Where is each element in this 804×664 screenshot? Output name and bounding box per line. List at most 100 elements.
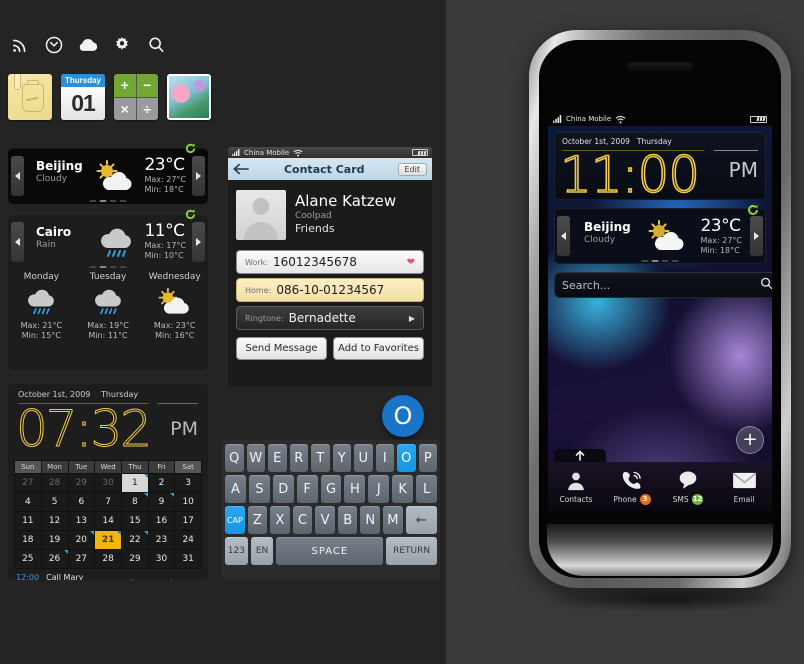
contact-row-work[interactable]: Work: 16012345678 ❤: [236, 250, 424, 274]
key-q[interactable]: Q: [225, 444, 244, 472]
weather-prev-button[interactable]: [11, 156, 24, 196]
search-bar[interactable]: Search...: [554, 272, 772, 298]
calendar-day-cell[interactable]: 10: [174, 492, 202, 512]
calendar-day-cell[interactable]: 16: [147, 511, 176, 531]
calendar-widget[interactable]: October 1st, 2009 Thursday 07:32 PM Sun M…: [8, 383, 208, 580]
key-u[interactable]: U: [354, 444, 373, 472]
app-tile-calculator[interactable]: + − × ÷: [114, 74, 158, 120]
clock-icon[interactable]: [42, 33, 66, 57]
dock-item-email[interactable]: Email: [716, 469, 772, 504]
key-123[interactable]: 123: [225, 537, 248, 565]
key-y[interactable]: Y: [332, 444, 351, 472]
calendar-day-cell[interactable]: 1: [121, 473, 149, 493]
key-b[interactable]: B: [337, 506, 358, 534]
calendar-day-cell[interactable]: 27: [67, 549, 96, 569]
key-x[interactable]: X: [270, 506, 290, 534]
key-o[interactable]: O: [397, 444, 416, 472]
home-weather-widget[interactable]: Beijing Cloudy 23°C Max: 27°C Min: 18°C: [554, 204, 766, 264]
calendar-day-cell[interactable]: 9: [147, 492, 176, 512]
key-r[interactable]: R: [289, 444, 308, 472]
key-language[interactable]: EN: [250, 537, 274, 565]
calendar-day-cell[interactable]: 6: [67, 492, 96, 512]
calendar-day-cell[interactable]: 26: [40, 549, 69, 569]
calendar-day-cell[interactable]: 29: [67, 473, 96, 493]
key-f[interactable]: F: [296, 475, 318, 503]
on-screen-keyboard[interactable]: O QWERTYUIOP ASDFGHJKL CAP Z X C V B N M ← 123 E…: [222, 395, 440, 580]
back-arrow-icon[interactable]: [233, 163, 251, 175]
calendar-day-cell[interactable]: 17: [174, 511, 202, 531]
calendar-day-cell[interactable]: 5: [40, 492, 69, 512]
favorite-heart-icon[interactable]: ❤: [407, 257, 415, 268]
calendar-day-cell[interactable]: 31: [174, 549, 202, 569]
key-p[interactable]: P: [418, 444, 437, 472]
key-n[interactable]: N: [360, 506, 381, 534]
search-icon[interactable]: [144, 33, 168, 57]
key-l[interactable]: L: [416, 475, 438, 503]
key-j[interactable]: J: [368, 475, 390, 503]
weather-prev-button[interactable]: [11, 222, 24, 262]
add-to-favorites-button[interactable]: Add to Favorites: [333, 337, 424, 360]
calendar-day-cell[interactable]: 30: [94, 473, 123, 493]
weather-widget-cairo[interactable]: Cairo Rain 11°C Max: 17°C Min: 10°C Mond…: [8, 209, 208, 370]
contact-row-ringtone[interactable]: Ringtone: Bernadette ▶: [236, 306, 424, 330]
calendar-day-cell[interactable]: 19: [40, 530, 69, 550]
calendar-day-cell[interactable]: 7: [94, 492, 123, 512]
dock-item-phone[interactable]: Phone 3: [604, 468, 660, 505]
dock-item-contacts[interactable]: Contacts: [548, 469, 604, 504]
key-backspace[interactable]: ←: [405, 506, 437, 534]
calendar-day-cell[interactable]: 25: [14, 549, 42, 569]
key-cap[interactable]: CAP: [225, 506, 245, 534]
calendar-day-cell[interactable]: 20: [67, 530, 96, 550]
key-c[interactable]: C: [292, 506, 313, 534]
calendar-day-cell[interactable]: 12: [40, 511, 69, 531]
calendar-day-cell[interactable]: 29: [121, 549, 149, 569]
calendar-day-cell[interactable]: 11: [14, 511, 42, 531]
calendar-day-cell[interactable]: 23: [147, 530, 176, 550]
weather-widget-beijing[interactable]: Beijing Cloudy 23°C Max: 27°C Min: 18°C: [8, 143, 208, 204]
weather-next-button[interactable]: [750, 216, 763, 256]
app-tile-calendar[interactable]: Thursday 01: [61, 74, 105, 120]
key-m[interactable]: M: [383, 506, 403, 534]
rss-icon[interactable]: [8, 33, 32, 57]
calendar-day-cell[interactable]: 24: [174, 530, 202, 550]
key-t[interactable]: T: [311, 444, 330, 472]
cloud-icon[interactable]: [76, 33, 100, 57]
drawer-handle[interactable]: [554, 449, 606, 462]
home-clock-widget[interactable]: October 1st, 2009 Thursday 11:00 PM: [554, 132, 766, 205]
calendar-day-cell[interactable]: 21: [94, 530, 123, 550]
calendar-day-cell[interactable]: 14: [94, 511, 123, 531]
key-w[interactable]: W: [246, 444, 265, 472]
calendar-day-cell[interactable]: 8: [121, 492, 149, 512]
weather-next-button[interactable]: [192, 222, 205, 262]
app-tile-gallery[interactable]: [167, 74, 211, 120]
edit-button[interactable]: Edit: [397, 162, 427, 176]
weather-prev-button[interactable]: [557, 216, 570, 256]
calendar-day-cell[interactable]: 30: [147, 549, 176, 569]
calendar-grid[interactable]: Sun Mon Tue Wed Thu Fri Sat 27 28 29 30 1 2 3 4 5 6 7 8 9 1…: [14, 460, 202, 569]
key-i[interactable]: I: [375, 444, 394, 472]
key-g[interactable]: G: [320, 475, 342, 503]
key-space[interactable]: SPACE: [276, 537, 384, 565]
key-v[interactable]: V: [315, 506, 335, 534]
calendar-day-cell[interactable]: 2: [147, 473, 176, 493]
key-h[interactable]: H: [344, 475, 366, 503]
key-s[interactable]: S: [248, 475, 270, 503]
key-e[interactable]: E: [268, 444, 287, 472]
calendar-day-cell[interactable]: 28: [40, 473, 69, 493]
avatar[interactable]: [236, 190, 286, 240]
add-widget-button[interactable]: +: [736, 426, 764, 454]
key-k[interactable]: K: [392, 475, 414, 503]
key-z[interactable]: Z: [247, 506, 268, 534]
key-a[interactable]: A: [225, 475, 246, 503]
key-d[interactable]: D: [272, 475, 294, 503]
calendar-day-cell[interactable]: 18: [14, 530, 42, 550]
calendar-day-cell[interactable]: 27: [14, 473, 42, 493]
gear-icon[interactable]: [110, 33, 134, 57]
phone-screen[interactable]: China Mobile October 1st, 2009 Thursday 1…: [548, 112, 772, 510]
send-message-button[interactable]: Send Message: [236, 337, 327, 360]
calendar-day-cell[interactable]: 13: [67, 511, 96, 531]
dock-item-sms[interactable]: SMS 12: [660, 468, 716, 505]
chevron-right-icon[interactable]: ▶: [409, 314, 415, 323]
calendar-day-cell[interactable]: 3: [174, 473, 202, 493]
calendar-day-cell[interactable]: 4: [14, 492, 42, 512]
